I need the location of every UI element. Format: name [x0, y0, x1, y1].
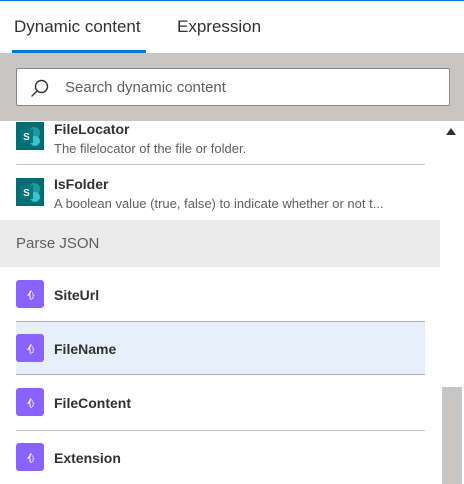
parse-json-icon: { } [16, 334, 44, 362]
sharepoint-letter: S [23, 132, 30, 143]
item-title: Extension [54, 450, 121, 466]
list-item-extension[interactable]: { } Extension [16, 430, 425, 484]
list-item-filecontent[interactable]: { } FileContent [16, 375, 425, 429]
sharepoint-letter: S [23, 188, 30, 199]
svg-text:}: } [31, 455, 35, 463]
tab-bar: Dynamic content Expression [0, 1, 464, 53]
tab-expression[interactable]: Expression [177, 1, 277, 53]
item-title: FileName [54, 341, 117, 357]
svg-text:}: } [31, 346, 35, 354]
section-header-parse-json[interactable]: Parse JSON [0, 220, 440, 267]
item-title: FileLocator [54, 121, 130, 137]
search-input[interactable] [65, 69, 435, 105]
list-item-filename[interactable]: { } FileName [16, 321, 425, 375]
item-description: A boolean value (true, false) to indicat… [54, 196, 384, 211]
sharepoint-icon: S [16, 122, 44, 150]
dynamic-content-list: S FileLocator The filelocator of the fil… [0, 121, 440, 484]
search-icon [30, 78, 50, 98]
item-description: The filelocator of the file or folder. [54, 141, 247, 156]
sharepoint-icon: S [16, 178, 44, 206]
item-title: IsFolder [54, 176, 109, 192]
vertical-scrollbar[interactable] [440, 121, 464, 484]
item-title: SiteUrl [54, 287, 100, 303]
search-area [0, 53, 464, 121]
search-box[interactable] [16, 68, 450, 106]
item-title: FileContent [54, 395, 131, 411]
parse-json-icon: { } [16, 388, 44, 416]
parse-json-icon: { } [16, 280, 44, 308]
parse-json-icon: { } [16, 443, 44, 471]
tab-dynamic-content[interactable]: Dynamic content [14, 1, 146, 53]
svg-text:}: } [31, 400, 35, 408]
svg-text:}: } [31, 292, 35, 300]
list-item-siteurl[interactable]: { } SiteUrl [16, 267, 425, 321]
scroll-thumb[interactable] [442, 387, 462, 484]
scroll-up-arrow-icon[interactable] [446, 128, 456, 135]
list-item-isfolder[interactable]: S IsFolder A boolean value (true, false)… [16, 165, 425, 219]
